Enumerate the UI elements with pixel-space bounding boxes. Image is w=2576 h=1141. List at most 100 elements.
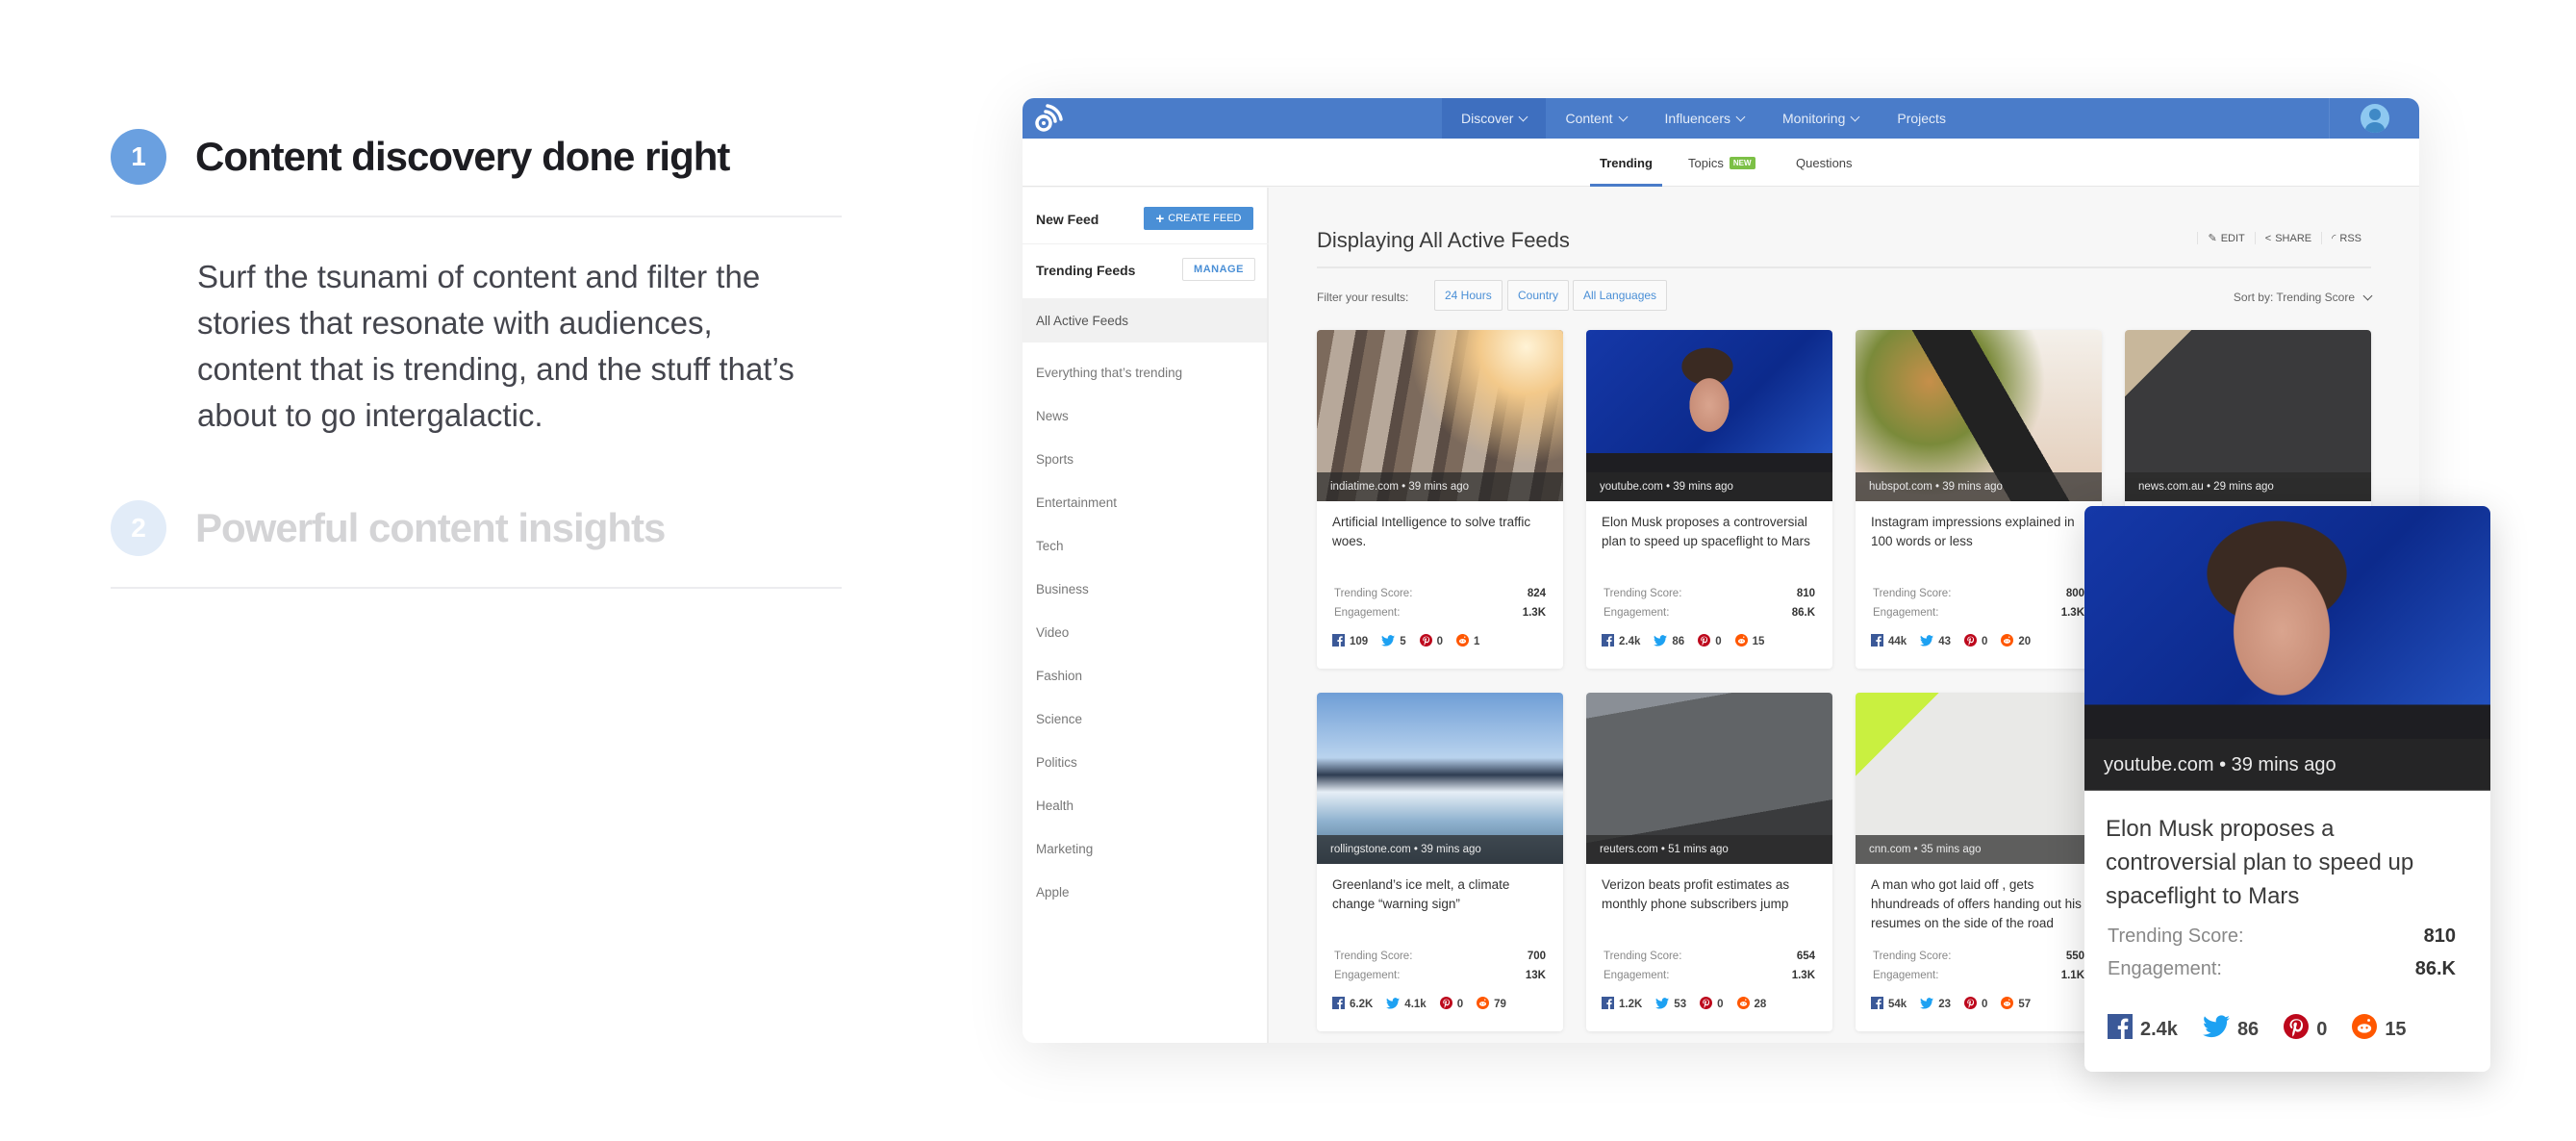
- stat-value: 810: [2423, 925, 2456, 947]
- filter-language-button[interactable]: All Languages: [1573, 280, 1668, 311]
- stat-label: Engagement:: [1604, 970, 1670, 981]
- article-headline[interactable]: Artificial Intelligence to solve traffic…: [1332, 513, 1555, 551]
- facebook-count: 2.4k: [1602, 634, 1640, 649]
- article-card[interactable]: youtube.com • 39 mins ago Elon Musk propo…: [1586, 330, 1832, 669]
- nav-content[interactable]: Content: [1546, 98, 1645, 139]
- reddit-icon: [1734, 634, 1748, 649]
- reddit-count: 79: [1477, 997, 1506, 1012]
- top-navbar: Discover Content Influencers Monitoring …: [1023, 98, 2419, 139]
- sidebar-item[interactable]: Politics: [1023, 741, 1267, 783]
- sort-dropdown[interactable]: Sort by: Trending Score: [2234, 291, 2373, 304]
- facebook-count: 1.2K: [1602, 997, 1642, 1012]
- article-card[interactable]: indiatime.com • 39 mins ago Artificial In…: [1317, 330, 1563, 669]
- article-headline[interactable]: Instagram impressions explained in 100 w…: [1871, 513, 2094, 551]
- article-card[interactable]: hubspot.com • 39 mins ago Instagram impre…: [1856, 330, 2102, 669]
- stat-label: Trending Score:: [1604, 951, 1682, 962]
- social-counts: 54k 23 0 57: [1871, 997, 2044, 1012]
- rss-button[interactable]: ◜ RSS: [2321, 232, 2371, 244]
- step-number-badge: 2: [111, 500, 166, 556]
- rss-logo-icon[interactable]: [1034, 104, 1065, 138]
- nav-influencers[interactable]: Influencers: [1646, 98, 1763, 139]
- sidebar-item[interactable]: Tech: [1023, 524, 1267, 567]
- facebook-count: 109: [1332, 634, 1368, 649]
- trending-feeds-label: Trending Feeds: [1036, 263, 1136, 278]
- engagement-row: Engagement: 1.3K: [1334, 607, 1546, 619]
- sidebar-item[interactable]: Video: [1023, 611, 1267, 653]
- stat-label: Engagement:: [1604, 607, 1670, 619]
- sidebar-item[interactable]: Business: [1023, 568, 1267, 610]
- step-2[interactable]: 2 Powerful content insights: [111, 500, 842, 556]
- twitter-icon: [1654, 634, 1668, 649]
- trending-score-row: Trending Score: 700: [1334, 951, 1546, 962]
- count: 20: [2018, 636, 2032, 647]
- sidebar-item[interactable]: Sports: [1023, 438, 1267, 480]
- new-feed-label: New Feed: [1036, 212, 1099, 227]
- facebook-icon: [1332, 997, 1345, 1012]
- article-headline[interactable]: Verizon beats profit estimates as monthl…: [1602, 875, 1825, 914]
- filter-time-button[interactable]: 24 Hours: [1434, 280, 1503, 311]
- pinterest-count: 0: [1963, 997, 1987, 1012]
- share-button[interactable]: < SHARE: [2254, 232, 2321, 244]
- share-icon: <: [2264, 232, 2272, 244]
- pinterest-count: 0: [1419, 634, 1443, 649]
- article-card[interactable]: cnn.com • 35 mins ago A man who got laid …: [1856, 693, 2102, 1031]
- create-feed-button[interactable]: + CREATE FEED: [1144, 207, 1253, 230]
- stat-value: 13K: [1525, 970, 1546, 981]
- step-description: Surf the tsunami of content and filter t…: [197, 259, 795, 433]
- count: 86: [2236, 1018, 2260, 1040]
- stat-label: Engagement:: [1334, 607, 1401, 619]
- manage-button[interactable]: MANAGE: [1182, 258, 1255, 281]
- rss-icon: ◜: [2332, 233, 2336, 244]
- sidebar-item[interactable]: Fashion: [1023, 654, 1267, 697]
- engagement-row: Engagement: 86.K: [1604, 607, 1815, 619]
- article-headline[interactable]: Elon Musk proposes a controversial plan …: [2106, 812, 2471, 913]
- filter-country-button[interactable]: Country: [1507, 280, 1570, 311]
- divider: [1023, 243, 1269, 244]
- action-label: EDIT: [2220, 232, 2245, 244]
- edit-button[interactable]: ✎ EDIT: [2197, 232, 2254, 244]
- twitter-count: 86: [2202, 1014, 2260, 1045]
- article-headline[interactable]: Greenland’s ice melt, a climate change “…: [1332, 875, 1555, 914]
- sidebar-item[interactable]: Entertainment: [1023, 481, 1267, 523]
- facebook-icon: [1871, 997, 1883, 1012]
- tab-topics[interactable]: Topics NEW: [1688, 139, 1755, 187]
- article-source: rollingstone.com • 39 mins ago: [1317, 835, 1563, 864]
- sidebar-item[interactable]: Apple: [1023, 871, 1267, 913]
- engagement-row: Engagement: 13K: [1334, 970, 1546, 981]
- feed-actions: ✎ EDIT < SHARE ◜ RSS: [2197, 232, 2371, 244]
- facebook-icon: [2108, 1014, 2133, 1045]
- sidebar-item[interactable]: News: [1023, 394, 1267, 437]
- sidebar-item[interactable]: Everything that’s trending: [1023, 351, 1267, 393]
- stat-value: 1.1K: [2060, 970, 2084, 981]
- nav-discover[interactable]: Discover: [1442, 98, 1547, 139]
- article-card[interactable]: rollingstone.com • 39 mins ago Greenland’…: [1317, 693, 1563, 1031]
- article-card[interactable]: reuters.com • 51 mins ago Verizon beats p…: [1586, 693, 1832, 1031]
- engagement-row: Engagement: 1.3K: [1604, 970, 1815, 981]
- step-1[interactable]: 1 Content discovery done right: [111, 129, 842, 185]
- sidebar-item[interactable]: Health: [1023, 784, 1267, 826]
- sidebar-item[interactable]: Science: [1023, 697, 1267, 740]
- user-menu[interactable]: [2329, 98, 2419, 139]
- engagement-row: Engagement: 1.3K: [1873, 607, 2084, 619]
- article-card-expanded[interactable]: youtube.com • 39 mins ago Elon Musk prop…: [2084, 506, 2490, 1072]
- pinterest-count: 0: [2284, 1014, 2327, 1045]
- count: 109: [1350, 636, 1369, 647]
- count: 54k: [1888, 999, 1907, 1010]
- twitter-icon: [1920, 634, 1934, 649]
- stat-label: Trending Score:: [1604, 588, 1682, 599]
- count: 1: [1474, 636, 1480, 647]
- reddit-icon: [2001, 997, 2014, 1012]
- twitter-count: 86: [1654, 634, 1684, 649]
- tab-trending[interactable]: Trending: [1590, 139, 1662, 187]
- sidebar-item[interactable]: Marketing: [1023, 827, 1267, 870]
- nav-monitoring[interactable]: Monitoring: [1763, 98, 1878, 139]
- nav-projects[interactable]: Projects: [1878, 98, 1965, 139]
- sidebar-item[interactable]: All Active Feeds: [1023, 298, 1267, 342]
- tab-questions[interactable]: Questions: [1796, 139, 1853, 187]
- stat-label: Trending Score:: [1334, 588, 1413, 599]
- trending-score-row: Trending Score: 800: [1873, 588, 2084, 599]
- feeds-sidebar: New Feed + CREATE FEED Trending Feeds MAN…: [1023, 188, 1269, 1043]
- article-headline[interactable]: A man who got laid off , gets hhundreads…: [1871, 875, 2094, 933]
- article-headline[interactable]: Elon Musk proposes a controversial plan …: [1602, 513, 1825, 551]
- reddit-icon: [1456, 634, 1469, 649]
